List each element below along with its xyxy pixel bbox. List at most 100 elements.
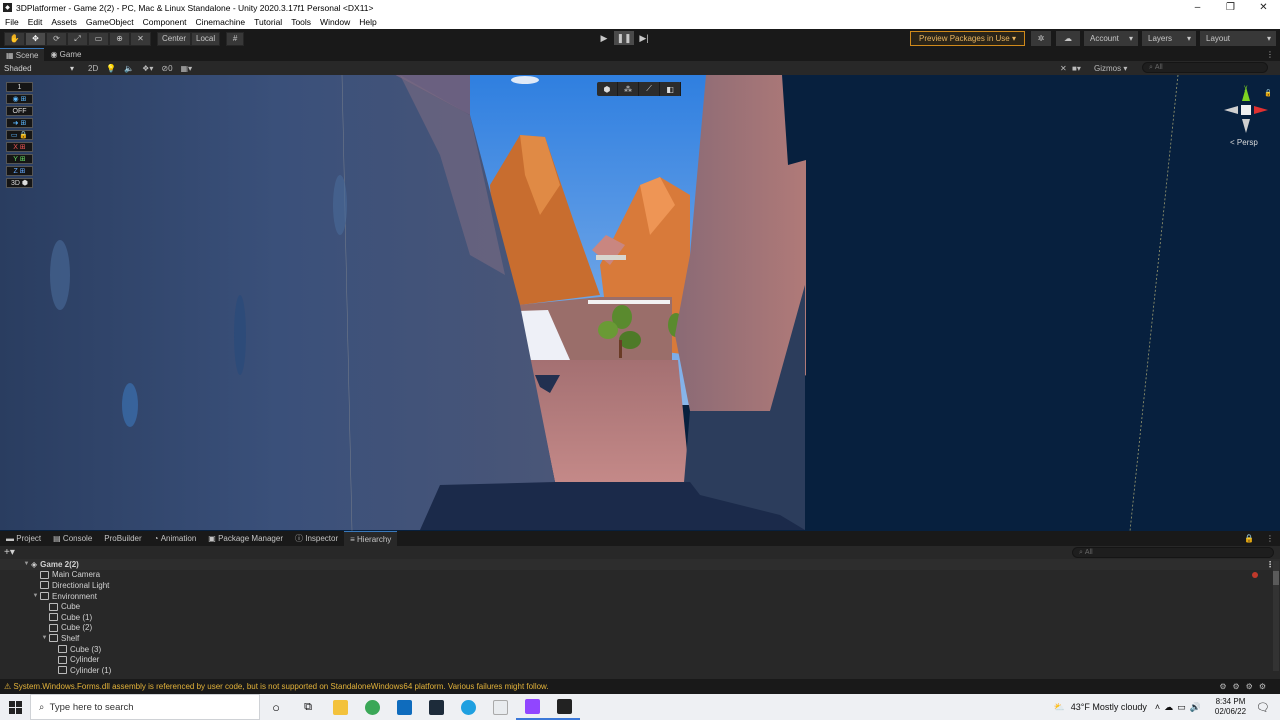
3d-toggle[interactable]: 3D ⬢ <box>6 178 33 188</box>
close-button[interactable]: ✕ <box>1247 2 1280 13</box>
cortana-icon[interactable]: ○ <box>260 694 292 720</box>
status-tray-icons[interactable]: ⚙⚙⚙⚙ <box>1219 682 1272 691</box>
grid-toggle-icon[interactable]: ▦▾ <box>181 64 193 73</box>
rotate-tool-icon[interactable]: ⟳ <box>46 31 67 46</box>
mail-icon[interactable] <box>388 694 420 720</box>
maximize-button[interactable]: ❐ <box>1214 2 1247 13</box>
effects-toggle-icon[interactable]: ❖▾ <box>142 64 153 73</box>
projection-label[interactable]: < Persp <box>1230 138 1258 147</box>
custom-tool-icon[interactable]: ✕ <box>130 31 151 46</box>
expand-arrow-icon[interactable]: ▼ <box>22 561 31 567</box>
hierarchy-item[interactable]: Cylinder (1) <box>0 665 1280 676</box>
tab-scene[interactable]: ▦ Scene <box>0 48 45 61</box>
camera-icon[interactable]: ■▾ <box>1072 64 1081 73</box>
axis-x-toggle[interactable]: X ⊞ <box>6 142 33 152</box>
lighting-toggle-icon[interactable]: 💡 <box>106 64 116 73</box>
hierarchy-item[interactable]: Cylinder <box>0 654 1280 665</box>
menu-assets[interactable]: Assets <box>51 17 77 27</box>
expand-arrow-icon[interactable]: ▼ <box>40 635 49 641</box>
hierarchy-item[interactable]: Main Camera <box>0 570 1280 581</box>
tab-console[interactable]: ▤ Console <box>47 531 98 546</box>
lock-icon[interactable]: 🔒 <box>1238 531 1260 546</box>
tab-animation[interactable]: ◔ Animation <box>148 531 203 546</box>
axis-y-toggle[interactable]: Y ⊞ <box>6 154 33 164</box>
arrow-tool-icon[interactable]: ➜ ⊞ <box>6 118 33 128</box>
transform-tool-icon[interactable]: ⊕ <box>109 31 130 46</box>
account-dropdown[interactable]: Account ▾ <box>1084 31 1138 46</box>
more-options-icon[interactable]: ⋮ <box>1260 48 1280 61</box>
menu-help[interactable]: Help <box>359 17 376 27</box>
unity-editor-icon[interactable] <box>548 694 580 720</box>
unity-hub-icon[interactable] <box>420 694 452 720</box>
preview-packages-button[interactable]: Preview Packages in Use ▾ <box>910 31 1025 46</box>
2d-toggle[interactable]: 2D <box>88 64 98 73</box>
chrome-icon[interactable] <box>356 694 388 720</box>
edge-mode-icon[interactable]: ⟋ <box>639 82 660 96</box>
off-toggle[interactable]: OFF <box>6 106 33 116</box>
hierarchy-scrollbar[interactable] <box>1273 561 1279 671</box>
menu-gameobject[interactable]: GameObject <box>86 17 134 27</box>
hierarchy-item[interactable]: Directional Light <box>0 580 1280 591</box>
tab-game[interactable]: ◉ Game <box>44 48 87 61</box>
weather-icon[interactable]: ⛅ <box>1054 702 1065 713</box>
expand-arrow-icon[interactable]: ▼ <box>31 593 40 599</box>
weather-text[interactable]: 43°F Mostly cloudy <box>1071 702 1147 712</box>
pivot-local-button[interactable]: Local <box>191 31 221 46</box>
menu-window[interactable]: Window <box>320 17 350 27</box>
pause-icon[interactable]: ❚❚ <box>614 31 634 45</box>
status-bar[interactable]: ⚠ System.Windows.Forms.dll assembly is r… <box>0 679 1280 694</box>
rect-tool-icon[interactable]: ▭ <box>88 31 109 46</box>
scrollbar-thumb[interactable] <box>1273 571 1279 585</box>
visual-studio-code-icon[interactable] <box>484 694 516 720</box>
face-mode-icon[interactable]: ◧ <box>660 82 681 96</box>
hierarchy-item[interactable]: ▼ Shelf <box>0 633 1280 644</box>
collab-icon[interactable]: ✲ <box>1031 31 1051 46</box>
pivot-center-button[interactable]: Center <box>157 31 192 46</box>
menu-edit[interactable]: Edit <box>28 17 43 27</box>
file-explorer-icon[interactable] <box>324 694 356 720</box>
tray-icons[interactable]: ˄☁▭🔊 <box>1155 702 1205 713</box>
scene-viewport[interactable]: 1 ◉ ⊞ OFF ➜ ⊞ ▭ 🔒 X ⊞ Y ⊞ Z ⊞ 3D ⬢ ⬢ ⁂ ⟋… <box>0 75 1280 531</box>
hierarchy-item[interactable]: ▼ Environment <box>0 591 1280 602</box>
shading-mode-dropdown[interactable]: Shaded ▾ <box>0 64 80 73</box>
play-icon[interactable]: ▶ <box>594 31 614 45</box>
hierarchy-search-input[interactable]: ⌕ All <box>1072 547 1274 558</box>
cloud-icon[interactable]: ☁ <box>1056 31 1080 46</box>
layout-dropdown[interactable]: Layout ▾ <box>1200 31 1276 46</box>
hierarchy-item[interactable]: Cube (1) <box>0 612 1280 623</box>
tab-probuilder[interactable]: ProBuilder <box>98 531 147 546</box>
clock[interactable]: 8:34 PM 02/06/22 <box>1215 697 1246 717</box>
windows-start-icon[interactable] <box>0 694 30 720</box>
tab-hierarchy[interactable]: ≡ Hierarchy <box>344 531 398 546</box>
step-icon[interactable]: ▶| <box>634 31 654 45</box>
hierarchy-item[interactable]: ▼ ◈ Game 2(2) ⋮ <box>0 559 1280 570</box>
grid-snap-icon[interactable]: # <box>226 31 245 46</box>
menu-cinemachine[interactable]: Cinemachine <box>196 17 246 27</box>
menu-tutorial[interactable]: Tutorial <box>254 17 282 27</box>
menu-component[interactable]: Component <box>143 17 187 27</box>
menu-tools[interactable]: Tools <box>291 17 311 27</box>
task-view-icon[interactable]: ⧉ <box>292 694 324 720</box>
audio-toggle-icon[interactable]: 🔈 <box>124 64 134 73</box>
tab-inspector[interactable]: ⓘ Inspector <box>289 531 344 546</box>
hierarchy-item[interactable]: Cube (3) <box>0 644 1280 655</box>
scene-search-input[interactable]: ⌕ All <box>1142 62 1268 73</box>
layers-dropdown[interactable]: Layers ▾ <box>1142 31 1196 46</box>
tab-project[interactable]: ▬ Project <box>0 531 47 546</box>
object-mode-icon[interactable]: ⬢ <box>597 82 618 96</box>
gizmos-dropdown[interactable]: Gizmos ▾ <box>1094 64 1127 73</box>
hidden-objects-icon[interactable]: ⊘0 <box>161 64 172 73</box>
vertex-mode-icon[interactable]: ⁂ <box>618 82 639 96</box>
hierarchy-item[interactable]: Cube (2) <box>0 623 1280 634</box>
tools-icon[interactable]: ✕ <box>1060 64 1067 73</box>
lock-tool-icon[interactable]: ▭ 🔒 <box>6 130 33 140</box>
edge-icon[interactable] <box>452 694 484 720</box>
orientation-gizmo-icon[interactable]: y 🔒 <box>1222 83 1270 141</box>
menu-file[interactable]: File <box>5 17 19 27</box>
visibility-eye-icon[interactable]: ◉ ⊞ <box>6 94 33 104</box>
tab-package-manager[interactable]: ▣ Package Manager <box>202 531 289 546</box>
minimize-button[interactable]: – <box>1181 2 1214 13</box>
hierarchy-item[interactable]: Cube <box>0 601 1280 612</box>
twitch-icon[interactable] <box>516 694 548 720</box>
tool-num-toggle[interactable]: 1 <box>6 82 33 92</box>
